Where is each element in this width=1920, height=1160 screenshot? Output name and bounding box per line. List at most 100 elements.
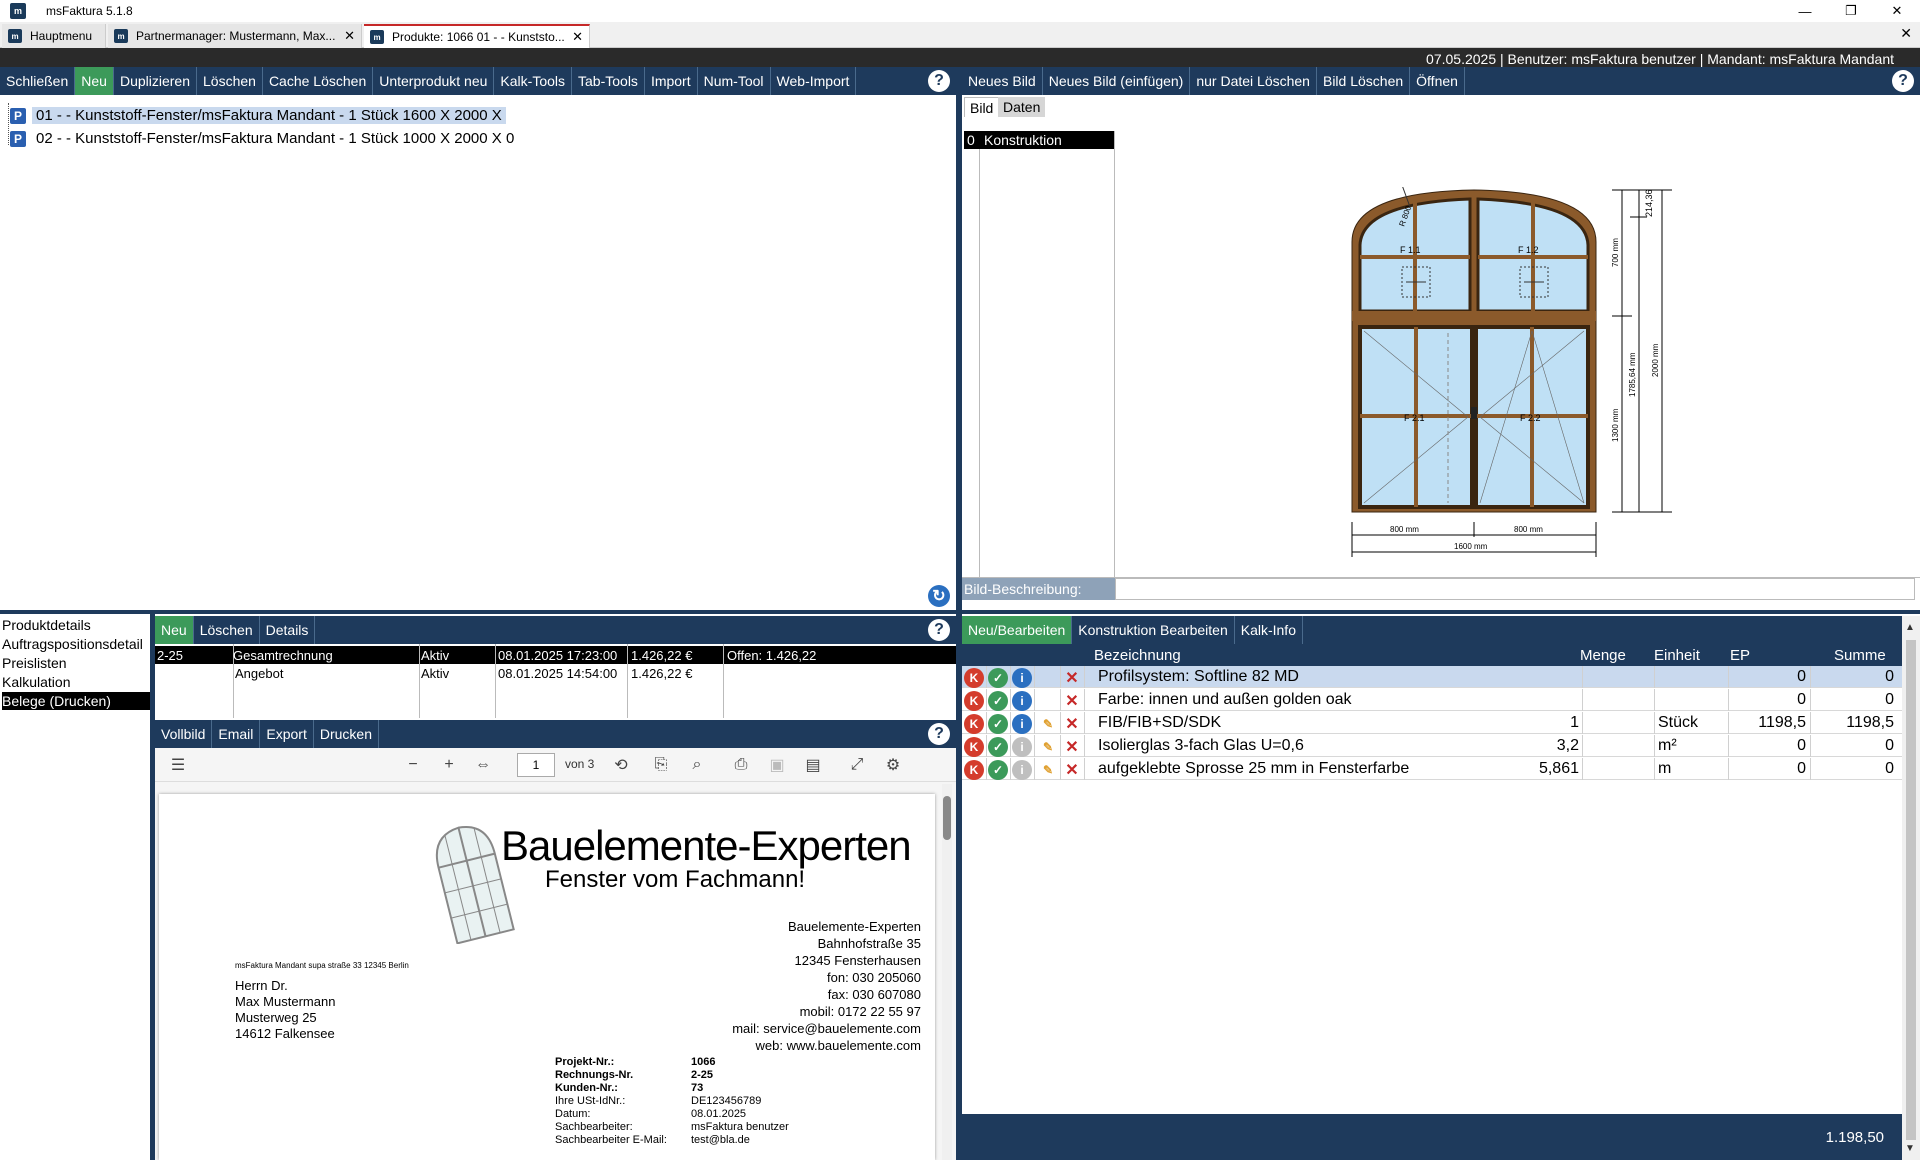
- oeffnen-button[interactable]: Öffnen: [1410, 67, 1465, 95]
- kalk-icon[interactable]: K: [964, 737, 984, 757]
- vollbild-button[interactable]: Vollbild: [155, 720, 213, 748]
- close-window-icon[interactable]: ✕: [1874, 0, 1920, 22]
- check-icon[interactable]: ✓: [988, 760, 1008, 780]
- table-row[interactable]: K✓i✎✕Profilsystem: Softline 82 MD00: [962, 666, 1919, 688]
- belege-table: 2-25 Gesamtrechnung Aktiv 08.01.2025 17:…: [155, 644, 956, 718]
- delete-icon[interactable]: ✕: [1062, 737, 1082, 757]
- check-icon[interactable]: ✓: [988, 714, 1008, 734]
- delete-icon[interactable]: ✕: [1062, 691, 1082, 711]
- settings-icon[interactable]: ⚙: [881, 748, 905, 782]
- save-as-icon[interactable]: ▤: [801, 748, 825, 782]
- nav-produktdetails[interactable]: Produktdetails: [2, 616, 150, 634]
- tab-produkte[interactable]: m Produkte: 1066 01 - - Kunststo... ✕: [364, 24, 590, 48]
- info-icon[interactable]: i: [1012, 737, 1032, 757]
- zoom-in-icon[interactable]: +: [437, 748, 461, 782]
- nav-belege-drucken[interactable]: Belege (Drucken): [2, 692, 150, 710]
- tab-partnermanager[interactable]: m Partnermanager: Mustermann, Max... ✕: [108, 24, 362, 48]
- refresh-icon[interactable]: ↻: [928, 585, 950, 607]
- tab-tools-button[interactable]: Tab-Tools: [572, 67, 645, 95]
- table-row[interactable]: K ✓ i ✎ ✕ Isolierglas 3-fach Glas U=0,6 3,2 m² 0…: [962, 735, 1919, 757]
- maximize-icon[interactable]: ❐: [1828, 0, 1874, 22]
- schliessen-button[interactable]: Schließen: [0, 67, 76, 95]
- delete-icon[interactable]: ✕: [1062, 760, 1082, 780]
- zoom-out-icon[interactable]: −: [401, 748, 425, 782]
- import-button[interactable]: Import: [645, 67, 698, 95]
- image-list-item[interactable]: 0 Konstruktion: [964, 131, 1114, 149]
- unterprodukt-neu-button[interactable]: Unterprodukt neu: [373, 67, 495, 95]
- delete-icon[interactable]: ✕: [1062, 714, 1082, 734]
- close-all-icon[interactable]: ✕: [1900, 25, 1912, 42]
- edit-icon[interactable]: ✎: [1038, 714, 1058, 734]
- minimize-icon[interactable]: —: [1782, 0, 1828, 22]
- pdf-scrollbar[interactable]: [942, 784, 952, 1160]
- check-icon[interactable]: ✓: [988, 691, 1008, 711]
- cache-loeschen-button[interactable]: Cache Löschen: [263, 67, 374, 95]
- beleg-loeschen-button[interactable]: Löschen: [194, 616, 260, 644]
- check-icon[interactable]: ✓: [988, 737, 1008, 757]
- expand-icon[interactable]: ⤢: [845, 748, 869, 782]
- nav-auftragspositionsdetail[interactable]: Auftragspositionsdetail: [2, 635, 150, 653]
- pos-scrollbar[interactable]: ▲ ▼: [1902, 616, 1920, 1160]
- neues-bild-einfuegen-button[interactable]: Neues Bild (einfügen): [1043, 67, 1191, 95]
- horizontal-splitter[interactable]: [0, 610, 1920, 614]
- web-import-button[interactable]: Web-Import: [771, 67, 857, 95]
- tree-item[interactable]: P 01 - - Kunststoff-Fenster/msFaktura Ma…: [10, 105, 506, 126]
- loeschen-button[interactable]: Löschen: [197, 67, 263, 95]
- email-button[interactable]: Email: [212, 720, 261, 748]
- close-tab-icon[interactable]: ✕: [572, 29, 583, 45]
- scrollbar-thumb[interactable]: [943, 796, 951, 840]
- table-row[interactable]: K ✓ i ✎ ✕ aufgeklebte Sprosse 25 mm in Fenste…: [962, 758, 1919, 780]
- beleg-details-button[interactable]: Details: [260, 616, 316, 644]
- tab-bild[interactable]: Bild: [964, 97, 1000, 117]
- search-icon[interactable]: ⌕: [685, 748, 709, 782]
- kalk-tools-button[interactable]: Kalk-Tools: [494, 67, 573, 95]
- help-icon[interactable]: ?: [928, 723, 950, 745]
- table-row[interactable]: K✓i✎✕Farbe: innen und außen golden oak00: [962, 689, 1919, 711]
- fit-width-icon[interactable]: ⇔: [471, 748, 495, 782]
- info-icon[interactable]: i: [1012, 760, 1032, 780]
- neu-bearbeiten-button[interactable]: Neu/Bearbeiten: [962, 616, 1073, 644]
- table-row[interactable]: K ✓ i ✎ ✕ FIB/FIB+SD/SDK 1 Stück 1198,5 1198,5: [962, 712, 1919, 734]
- help-icon[interactable]: ?: [928, 619, 950, 641]
- info-icon[interactable]: i: [1012, 668, 1032, 688]
- bild-loeschen-button[interactable]: Bild Löschen: [1317, 67, 1411, 95]
- export-button[interactable]: Export: [260, 720, 314, 748]
- kalk-icon[interactable]: K: [964, 691, 984, 711]
- delete-icon[interactable]: ✕: [1062, 668, 1082, 688]
- save-icon[interactable]: ▣: [765, 748, 789, 782]
- print-icon[interactable]: ⎙: [729, 748, 753, 782]
- help-icon[interactable]: ?: [1892, 70, 1914, 92]
- bild-beschreibung-input[interactable]: [1115, 578, 1915, 600]
- tab-hauptmenu[interactable]: m Hauptmenu: [2, 24, 106, 48]
- help-icon[interactable]: ?: [928, 70, 950, 92]
- num-tool-button[interactable]: Num-Tool: [698, 67, 771, 95]
- beleg-neu-button[interactable]: Neu: [155, 616, 194, 644]
- edit-icon[interactable]: ✎: [1038, 760, 1058, 780]
- close-tab-icon[interactable]: ✕: [344, 28, 355, 44]
- tab-daten[interactable]: Daten: [998, 97, 1046, 117]
- neu-button[interactable]: Neu: [75, 67, 114, 95]
- neues-bild-button[interactable]: Neues Bild: [962, 67, 1043, 95]
- tree-item[interactable]: P 02 - - Kunststoff-Fenster/msFaktura Ma…: [10, 128, 518, 149]
- edit-icon[interactable]: ✎: [1038, 737, 1058, 757]
- kalk-icon[interactable]: K: [964, 760, 984, 780]
- kalk-info-button[interactable]: Kalk-Info: [1235, 616, 1303, 644]
- page-view-icon[interactable]: ⎘: [649, 748, 673, 782]
- konstruktion-bearbeiten-button[interactable]: Konstruktion Bearbeiten: [1072, 616, 1235, 644]
- meta-keys: Projekt-Nr.: Rechnungs-Nr. Kunden-Nr.: I…: [555, 1056, 667, 1146]
- info-icon[interactable]: i: [1012, 691, 1032, 711]
- nur-datei-loeschen-button[interactable]: nur Datei Löschen: [1190, 67, 1317, 95]
- duplizieren-button[interactable]: Duplizieren: [114, 67, 197, 95]
- nav-preislisten[interactable]: Preislisten: [2, 654, 150, 672]
- outline-icon[interactable]: ☰: [163, 748, 193, 782]
- drucken-button[interactable]: Drucken: [314, 720, 379, 748]
- check-icon[interactable]: ✓: [988, 668, 1008, 688]
- nav-kalkulation[interactable]: Kalkulation: [2, 673, 150, 691]
- rotate-icon[interactable]: ⟲: [609, 748, 633, 782]
- window-drawing: F 1.1 F 1.2 F 2.1 F 2.2 R 800 214,36 700…: [1351, 187, 1672, 557]
- kalk-icon[interactable]: K: [964, 668, 984, 688]
- kalk-icon[interactable]: K: [964, 714, 984, 734]
- info-icon[interactable]: i: [1012, 714, 1032, 734]
- page-number-input[interactable]: 1: [517, 753, 555, 777]
- scrollbar-thumb[interactable]: [1906, 640, 1916, 1140]
